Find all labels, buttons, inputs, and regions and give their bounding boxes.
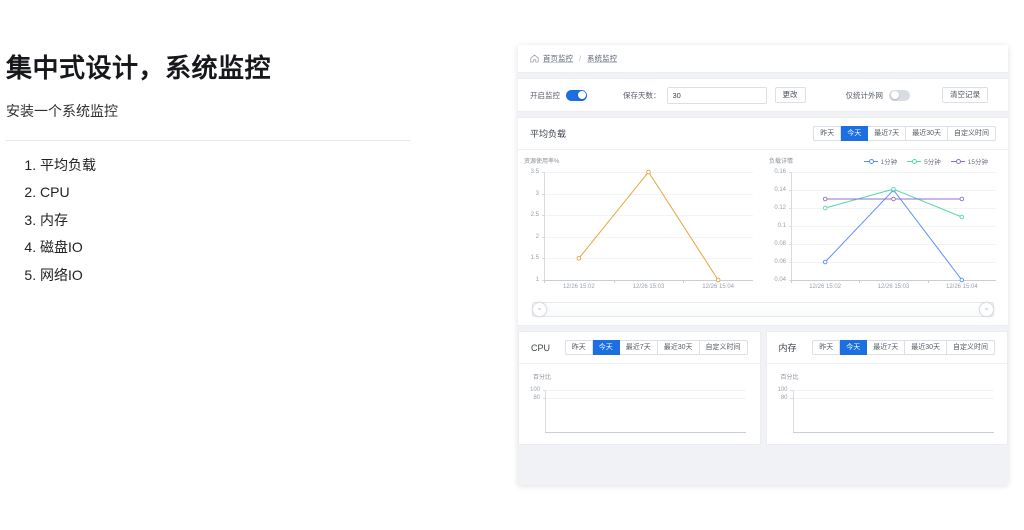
grid-line bbox=[792, 398, 994, 400]
range-btn-custom[interactable]: 自定义时间 bbox=[699, 340, 748, 355]
list-item: 内存 bbox=[40, 211, 420, 230]
wan-only-label: 仅统计外网 bbox=[845, 90, 884, 100]
breadcrumb-separator: / bbox=[579, 54, 582, 63]
series-point bbox=[959, 277, 965, 283]
range-btn-last30days[interactable]: 最近30天 bbox=[905, 340, 947, 355]
bottom-cards-row: CPU 昨天 今天 最近7天 最近30天 自定义时间 百分比 80 100 内存 bbox=[518, 331, 1008, 445]
monitor-toggle-group: 开启监控 bbox=[530, 89, 587, 101]
y-axis-tick: 100 bbox=[529, 387, 540, 393]
grid-line bbox=[792, 390, 994, 391]
series-point bbox=[715, 277, 721, 283]
memory-title: 内存 bbox=[778, 343, 797, 353]
datazoom-handle-left[interactable]: = bbox=[532, 302, 547, 317]
range-btn-custom[interactable]: 自定义时间 bbox=[948, 126, 996, 141]
cpu-card: CPU 昨天 今天 最近7天 最近30天 自定义时间 百分比 80 100 bbox=[518, 331, 761, 445]
list-item: CPU bbox=[40, 183, 420, 202]
series-point bbox=[822, 205, 828, 211]
memory-chart[interactable]: 百分比 80 100 bbox=[767, 364, 1008, 436]
toggle-knob bbox=[890, 91, 899, 99]
range-group-memory: 昨天 今天 最近7天 最近30天 自定义时间 bbox=[812, 340, 995, 355]
chart-series-layer bbox=[822, 186, 965, 283]
series-line bbox=[824, 189, 963, 281]
y-axis-line bbox=[792, 390, 794, 432]
toggle-knob bbox=[577, 91, 586, 99]
range-btn-last30days[interactable]: 最近30天 bbox=[657, 340, 700, 355]
series-point bbox=[646, 169, 651, 175]
average-load-card-header: 平均负载 昨天 今天 最近7天 最近30天 自定义时间 bbox=[518, 118, 1008, 150]
wan-only-group: 仅统计外网 bbox=[845, 89, 910, 101]
range-btn-last7days[interactable]: 最近7天 bbox=[868, 126, 907, 141]
wan-only-toggle[interactable] bbox=[889, 89, 910, 101]
retention-days-input[interactable] bbox=[666, 86, 767, 104]
cpu-chart[interactable]: 百分比 80 100 bbox=[519, 364, 760, 436]
datazoom-handle-right[interactable]: = bbox=[979, 302, 994, 317]
series-point bbox=[822, 196, 828, 202]
monitoring-app-panel: 首页监控 / 系统监控 开启监控 保存天数： 更改 仅统计外网 清空记录 bbox=[518, 45, 1008, 485]
breadcrumb-item-system-monitor[interactable]: 系统监控 bbox=[587, 53, 617, 64]
range-group-cpu: 昨天 今天 最近7天 最近30天 自定义时间 bbox=[564, 340, 748, 355]
range-btn-yesterday[interactable]: 昨天 bbox=[564, 340, 593, 355]
series-point bbox=[891, 186, 896, 192]
grid-line bbox=[545, 390, 746, 391]
range-btn-last7days[interactable]: 最近7天 bbox=[619, 340, 658, 355]
doc-column: 集中式设计，系统监控 安装一个系统监控 平均负载 CPU 内存 磁盘IO 网络I… bbox=[0, 0, 440, 530]
list-item: 磁盘IO bbox=[40, 238, 420, 257]
feature-list: 平均负载 CPU 内存 磁盘IO 网络IO bbox=[10, 156, 420, 293]
chart-series-layer bbox=[576, 169, 721, 283]
load-detail-chart[interactable]: 负载详情 0.04 0.06 0.08 0.1 0.12 0.14 0.16 12/26 15… bbox=[763, 150, 1008, 302]
retention-days-label: 保存天数： bbox=[623, 90, 661, 100]
cpu-title: CPU bbox=[531, 342, 551, 353]
memory-card: 内存 昨天 今天 最近7天 最近30天 自定义时间 百分比 80 100 bbox=[765, 331, 1008, 445]
series-line bbox=[825, 188, 963, 218]
datazoom-selected-range[interactable] bbox=[545, 303, 981, 316]
series-point bbox=[891, 196, 896, 202]
y-axis-line bbox=[545, 390, 546, 432]
x-axis-line bbox=[792, 432, 994, 433]
clear-records-button[interactable]: 清空记录 bbox=[942, 87, 988, 103]
series-point bbox=[576, 256, 582, 261]
average-load-card-body: 1分钟 5分钟 15分钟 资源使用率% 1 1.5 2 2.5 3 3.5 12… bbox=[518, 150, 1008, 325]
range-btn-last7days[interactable]: 最近7天 bbox=[867, 340, 906, 355]
series-point bbox=[959, 214, 965, 220]
series-point bbox=[959, 196, 965, 202]
page-subtitle: 安装一个系统监控 bbox=[6, 103, 118, 119]
range-group-average-load: 昨天 今天 最近7天 最近30天 自定义时间 bbox=[813, 126, 996, 141]
average-load-title: 平均负载 bbox=[530, 129, 567, 139]
y-axis-tick: 100 bbox=[777, 387, 788, 393]
range-btn-last30days[interactable]: 最近30天 bbox=[906, 126, 948, 141]
change-button[interactable]: 更改 bbox=[774, 87, 806, 103]
range-btn-today[interactable]: 今天 bbox=[841, 126, 869, 141]
range-btn-today[interactable]: 今天 bbox=[840, 340, 868, 355]
monitor-toggle-label: 开启监控 bbox=[530, 90, 560, 100]
settings-toolbar: 开启监控 保存天数： 更改 仅统计外网 清空记录 bbox=[518, 78, 1008, 112]
grid-line bbox=[545, 398, 746, 400]
y-axis-tick: 80 bbox=[533, 395, 540, 402]
page-title: 集中式设计，系统监控 bbox=[6, 53, 272, 83]
range-btn-custom[interactable]: 自定义时间 bbox=[947, 340, 995, 355]
page-root: 集中式设计，系统监控 安装一个系统监控 平均负载 CPU 内存 磁盘IO 网络I… bbox=[0, 0, 1024, 530]
series-point bbox=[822, 259, 828, 265]
y-axis-tick: 80 bbox=[780, 395, 788, 402]
y-axis-label: 百分比 bbox=[533, 375, 552, 381]
home-icon bbox=[530, 54, 539, 63]
breadcrumb: 首页监控 / 系统监控 bbox=[518, 45, 1008, 73]
list-item: 网络IO bbox=[40, 266, 420, 285]
range-btn-yesterday[interactable]: 昨天 bbox=[813, 126, 842, 141]
series-line bbox=[578, 171, 719, 281]
horizontal-divider bbox=[6, 140, 410, 141]
cpu-card-header: CPU 昨天 今天 最近7天 最近30天 自定义时间 bbox=[519, 332, 760, 364]
average-load-card: 平均负载 昨天 今天 最近7天 最近30天 自定义时间 1分钟 5分钟 15分钟… bbox=[518, 117, 1008, 326]
resource-usage-chart[interactable]: 资源使用率% 1 1.5 2 2.5 3 3.5 12/26 15:02 12/26 15:0… bbox=[518, 150, 763, 302]
load-charts-row: 资源使用率% 1 1.5 2 2.5 3 3.5 12/26 15:02 12/26 15:0… bbox=[518, 150, 1008, 302]
chart-datazoom-slider[interactable]: = = bbox=[532, 302, 994, 317]
list-item: 平均负载 bbox=[40, 156, 420, 175]
memory-card-header: 内存 昨天 今天 最近7天 最近30天 自定义时间 bbox=[766, 332, 1007, 364]
y-axis-label: 百分比 bbox=[780, 375, 799, 381]
retention-days-group: 保存天数： 更改 bbox=[623, 86, 806, 104]
x-axis-line bbox=[545, 432, 746, 433]
range-btn-yesterday[interactable]: 昨天 bbox=[812, 340, 841, 355]
monitor-enable-toggle[interactable] bbox=[566, 89, 587, 101]
breadcrumb-item-home[interactable]: 首页监控 bbox=[543, 53, 573, 64]
range-btn-today[interactable]: 今天 bbox=[592, 340, 620, 355]
